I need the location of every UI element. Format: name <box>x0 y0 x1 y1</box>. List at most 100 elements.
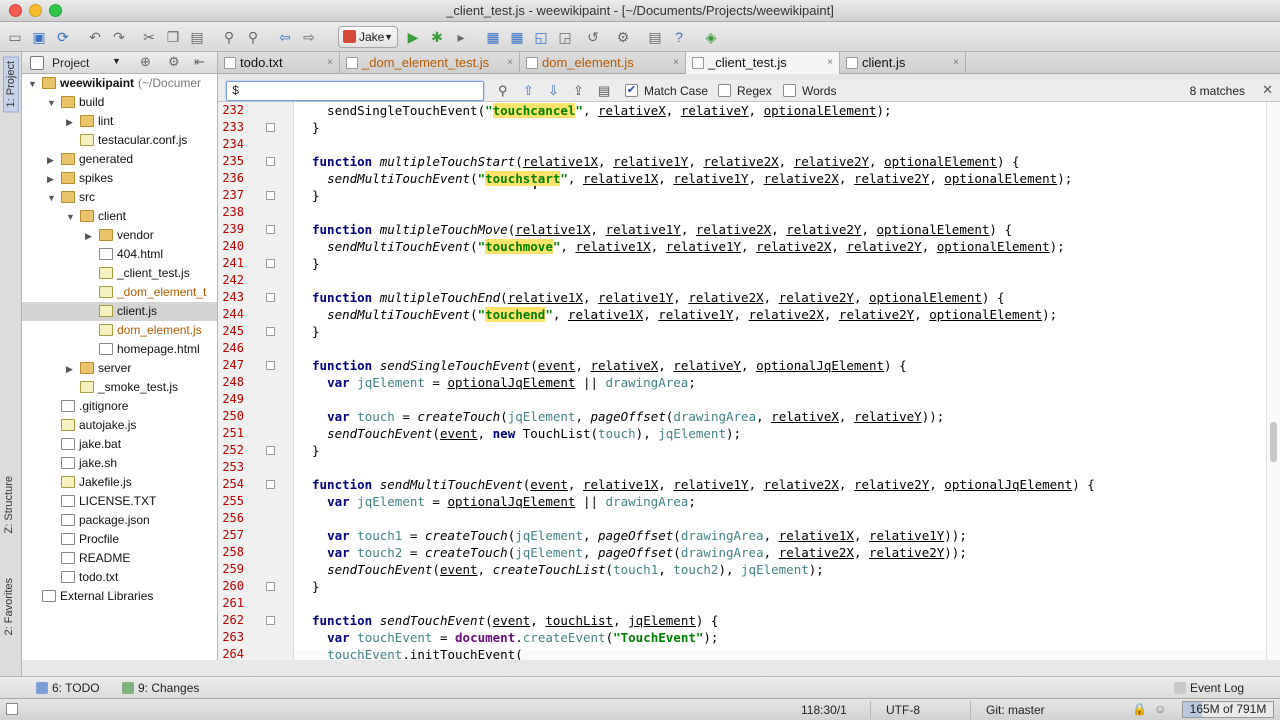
close-tab-icon[interactable]: × <box>327 52 333 74</box>
close-find-icon[interactable]: ✕ <box>1262 82 1273 98</box>
tree-item[interactable]: _dom_element_t <box>22 283 217 302</box>
fold-marker-icon[interactable] <box>266 123 275 132</box>
tree-item[interactable]: ▶ server <box>22 359 217 378</box>
open-folder-icon[interactable]: ▭ <box>6 28 24 46</box>
expanded-arrow-icon[interactable]: ▼ <box>47 189 61 208</box>
project-structure-icon[interactable]: ▤ <box>646 28 664 46</box>
project-view-select[interactable]: Project <box>52 56 89 70</box>
code-line[interactable]: var jqElement = optionalJqElement || dra… <box>312 493 696 510</box>
editor-tab[interactable]: _client_test.js × <box>686 52 840 74</box>
select-all-occurrences-icon[interactable]: ▤ <box>598 83 610 99</box>
tree-item[interactable]: jake.sh <box>22 454 217 473</box>
tree-item[interactable]: jake.bat <box>22 435 217 454</box>
tree-item[interactable]: 404.html <box>22 245 217 264</box>
tree-item[interactable]: ▼ client <box>22 207 217 227</box>
expanded-arrow-icon[interactable]: ▼ <box>47 94 61 113</box>
tree-item[interactable]: client.js <box>22 302 217 321</box>
run-configuration-select[interactable]: Jake ▼ <box>338 26 398 48</box>
tree-item[interactable]: ▼ build <box>22 93 217 113</box>
undo-icon[interactable]: ↶ <box>86 28 104 46</box>
code-line[interactable]: sendMultiTouchEvent("touchstart", relati… <box>312 170 1072 187</box>
tree-item[interactable]: LICENSE.TXT <box>22 492 217 511</box>
tree-item[interactable]: package.json <box>22 511 217 530</box>
code-editor[interactable]: 232 233 234 235 236 237 238 239 240 241 242 243 244 2… <box>218 102 1280 660</box>
code-line[interactable]: function multipleTouchEnd(relative1X, re… <box>312 289 1004 306</box>
find-all-icon[interactable]: ⇪ <box>573 83 584 99</box>
plugin-icon[interactable]: ◈ <box>702 28 720 46</box>
debug-icon[interactable]: ✱ <box>428 28 446 46</box>
code-line[interactable]: var touch2 = createTouch(jqElement, page… <box>312 544 967 561</box>
match-case-checkbox[interactable]: ✔ <box>625 84 638 97</box>
find-icon[interactable]: ⚲ <box>220 28 238 46</box>
close-tab-icon[interactable]: × <box>507 52 513 74</box>
structure-tool-tab[interactable]: Z: Structure <box>3 476 15 533</box>
vcs-update-icon[interactable]: ▦ <box>484 28 502 46</box>
fold-marker-icon[interactable] <box>266 225 275 234</box>
settings-icon[interactable]: ⚙ <box>168 54 180 70</box>
todo-tool-button[interactable]: 6: TODO <box>36 681 100 695</box>
code-line[interactable]: sendMultiTouchEvent("touchend", relative… <box>312 306 1057 323</box>
words-checkbox[interactable] <box>783 84 796 97</box>
file-encoding[interactable]: UTF-8 <box>886 703 920 717</box>
tree-item[interactable]: Procfile <box>22 530 217 549</box>
chevron-down-icon[interactable]: ▼ <box>112 56 121 66</box>
code-line[interactable]: sendSingleTouchEvent("touchcancel", rela… <box>312 102 892 119</box>
forward-icon[interactable]: ⇨ <box>300 28 318 46</box>
code-line[interactable]: function multipleTouchStart(relative1X, … <box>312 153 1020 170</box>
code-line[interactable]: } <box>312 119 320 136</box>
fold-marker-icon[interactable] <box>266 327 275 336</box>
tree-item[interactable]: ▶ vendor <box>22 226 217 246</box>
editor-tab[interactable]: _dom_element_test.js × <box>340 52 520 74</box>
expanded-arrow-icon[interactable]: ▼ <box>66 208 80 227</box>
coverage-icon[interactable]: ▸ <box>452 28 470 46</box>
code-line[interactable]: } <box>312 187 320 204</box>
minimize-window-button[interactable] <box>29 4 42 17</box>
editor-tab[interactable]: client.js × <box>840 52 966 74</box>
tree-item[interactable]: ▼ src <box>22 188 217 208</box>
tree-item[interactable]: _client_test.js <box>22 264 217 283</box>
code-line[interactable]: var touchEvent = document.createEvent("T… <box>312 629 718 646</box>
code-line[interactable]: function sendSingleTouchEvent(event, rel… <box>312 357 907 374</box>
toggle-tool-windows-icon[interactable] <box>6 703 18 715</box>
tree-item[interactable]: README <box>22 549 217 568</box>
collapsed-arrow-icon[interactable]: ▶ <box>47 170 61 189</box>
favorites-tool-tab[interactable]: 2: Favorites <box>3 578 15 635</box>
replace-icon[interactable]: ⚲ <box>244 28 262 46</box>
fold-marker-icon[interactable] <box>266 480 275 489</box>
tree-item[interactable]: testacular.conf.js <box>22 131 217 150</box>
fold-marker-icon[interactable] <box>266 446 275 455</box>
code-line[interactable]: function multipleTouchMove(relative1X, r… <box>312 221 1012 238</box>
code-line[interactable]: } <box>312 255 320 272</box>
inspector-icon[interactable]: ☺ <box>1154 702 1166 716</box>
revert-icon[interactable]: ↺ <box>584 28 602 46</box>
tree-item[interactable]: ▶ spikes <box>22 169 217 189</box>
expanded-arrow-icon[interactable]: ▼ <box>28 75 42 94</box>
hide-panel-icon[interactable]: ⇤ <box>194 54 205 70</box>
back-icon[interactable]: ⇦ <box>276 28 294 46</box>
code-line[interactable]: } <box>312 578 320 595</box>
collapsed-arrow-icon[interactable]: ▶ <box>85 227 99 246</box>
close-tab-icon[interactable]: × <box>673 52 679 74</box>
sync-icon[interactable]: ⟳ <box>54 28 72 46</box>
vertical-scrollbar[interactable] <box>1266 102 1280 660</box>
search-history-icon[interactable]: ⚲ <box>498 83 508 99</box>
help-icon[interactable]: ? <box>670 28 688 46</box>
scroll-from-source-icon[interactable]: ⊕ <box>140 54 151 70</box>
code-line[interactable]: sendTouchEvent(event, new TouchList(touc… <box>312 425 741 442</box>
tree-item[interactable]: todo.txt <box>22 568 217 587</box>
tree-item[interactable]: ▶ generated <box>22 150 217 169</box>
maximize-window-button[interactable] <box>49 4 62 17</box>
memory-indicator[interactable]: 165M of 791M <box>1182 701 1274 718</box>
tree-item[interactable]: dom_element.js <box>22 321 217 340</box>
code-line[interactable]: } <box>312 323 320 340</box>
close-window-button[interactable] <box>9 4 22 17</box>
code-line[interactable]: sendMultiTouchEvent("touchmove", relativ… <box>312 238 1065 255</box>
code-line[interactable]: var touch = createTouch(jqElement, pageO… <box>312 408 944 425</box>
code-line[interactable]: var touch1 = createTouch(jqElement, page… <box>312 527 967 544</box>
tree-item[interactable]: _smoke_test.js <box>22 378 217 397</box>
close-tab-icon[interactable]: × <box>827 52 833 74</box>
regex-checkbox[interactable] <box>718 84 731 97</box>
tree-item[interactable]: External Libraries <box>22 587 217 606</box>
close-tab-icon[interactable]: × <box>953 52 959 74</box>
copy-icon[interactable]: ❐ <box>164 28 182 46</box>
